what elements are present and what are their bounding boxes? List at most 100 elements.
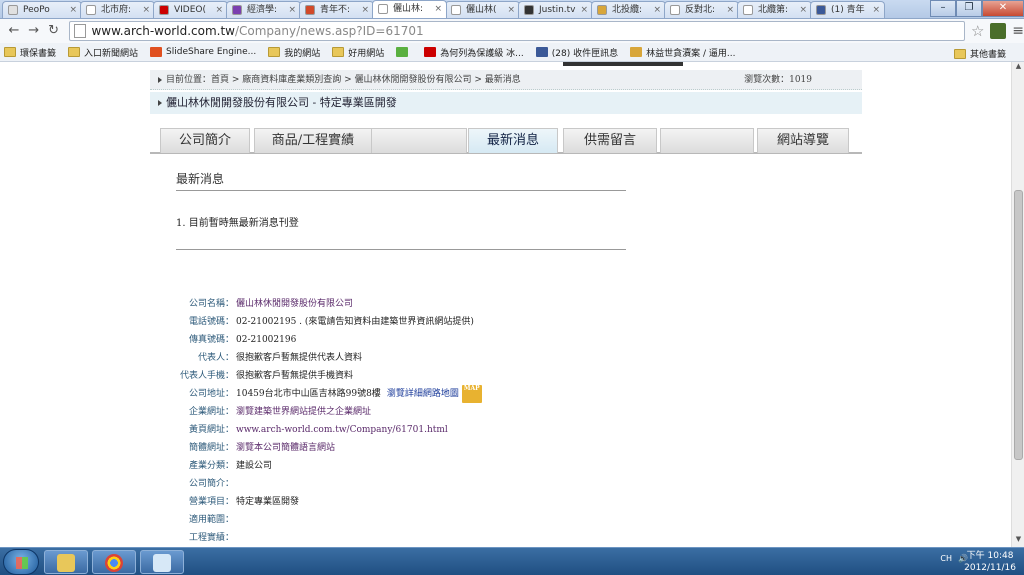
- info-row: 適用範圍：: [150, 511, 650, 529]
- close-tab-icon[interactable]: ×: [69, 2, 77, 18]
- browser-tab[interactable]: 青年不: ×: [299, 1, 374, 18]
- bookmark-item[interactable]: 林益世貪瀆案 / 逼用...: [630, 46, 735, 59]
- bookmark-label: 環保書籤: [20, 48, 57, 59]
- back-arrow-icon[interactable]: ←: [4, 21, 24, 41]
- info-value: [234, 529, 236, 547]
- browser-tab[interactable]: VIDEO(×: [153, 1, 228, 18]
- favicon-icon: [8, 5, 18, 15]
- folder-icon: [268, 47, 281, 57]
- browser-tab-label: 北投纜:: [612, 5, 643, 15]
- bookmark-item[interactable]: [396, 47, 412, 57]
- favicon-icon: [451, 5, 461, 15]
- nav-tab[interactable]: 供需留言: [563, 128, 657, 153]
- clock[interactable]: 下午 10:48 2012/11/16: [964, 550, 1016, 574]
- bookmark-item[interactable]: SlideShare Engine...: [150, 47, 256, 57]
- extension-icon[interactable]: [990, 23, 1007, 39]
- bookmark-star-icon[interactable]: ☆: [971, 22, 984, 40]
- info-label: 工程實績：: [188, 533, 234, 543]
- url-path: /Company/news.asp?ID=61701: [234, 24, 424, 38]
- browser-tab[interactable]: 反對北: ×: [664, 1, 739, 18]
- address-bar[interactable]: www.arch-world.com.tw/Company/news.asp?I…: [69, 21, 965, 41]
- info-row: 產業分類： 建設公司: [150, 457, 650, 475]
- info-value[interactable]: 儷山林休閒開發股份有限公司: [234, 295, 353, 313]
- paint-taskbar-button[interactable]: [140, 550, 184, 574]
- close-tab-icon[interactable]: ×: [653, 2, 661, 18]
- bookmark-item[interactable]: 我的網站: [268, 46, 320, 59]
- close-window-button[interactable]: ✕: [982, 0, 1024, 17]
- map-link[interactable]: 瀏覽詳細網路地圖: [381, 385, 459, 403]
- scrollbar-thumb[interactable]: [1014, 190, 1023, 460]
- scrollbar[interactable]: ▲ ▼: [1011, 62, 1024, 547]
- maximize-button[interactable]: ❐: [956, 0, 982, 17]
- info-value: 建設公司: [236, 461, 273, 471]
- close-tab-icon[interactable]: ×: [434, 1, 442, 17]
- nav-tab[interactable]: 公司簡介: [160, 128, 250, 153]
- info-row: 簡體網址： 瀏覽本公司簡體語言網站: [150, 439, 650, 457]
- other-bookmarks[interactable]: 其他書籤: [953, 47, 1006, 60]
- bookmark-label: 為何列為保護級 冰...: [440, 48, 524, 59]
- info-value[interactable]: 瀏覽建築世界網站提供之企業網址: [234, 403, 371, 421]
- info-value[interactable]: www.arch-world.com.tw/Company/61701.html: [234, 421, 448, 439]
- start-button[interactable]: [3, 549, 39, 575]
- info-label: 簡體網址：: [188, 443, 234, 453]
- menu-icon[interactable]: ≡: [1012, 23, 1024, 39]
- map-badge-icon[interactable]: MAP: [461, 385, 482, 403]
- forward-arrow-icon[interactable]: →: [24, 21, 44, 41]
- info-label: 適用範圍：: [188, 515, 234, 525]
- reload-icon[interactable]: ↻: [44, 21, 64, 41]
- scroll-up-icon[interactable]: ▲: [1012, 62, 1024, 74]
- info-label: 營業項目：: [188, 497, 234, 507]
- info-value: 02-21002195 . (來電請告知資料由建築世界資訊網站提供): [236, 317, 474, 327]
- favicon-icon: [524, 5, 534, 15]
- browser-tab[interactable]: 北纜第: ×: [737, 1, 812, 18]
- nav-tab[interactable]: 網站導覽: [757, 128, 849, 153]
- info-value[interactable]: 瀏覽本公司簡體語言網站: [234, 439, 335, 457]
- browser-tab-label: 經濟學:: [247, 5, 278, 15]
- bookmark-item[interactable]: (28) 收件匣訊息: [535, 46, 618, 59]
- language-indicator[interactable]: CH: [940, 554, 952, 563]
- nav-tab[interactable]: 商品/工程實績: [254, 128, 372, 153]
- close-tab-icon[interactable]: ×: [872, 2, 880, 18]
- info-row: 電話號碼： 02-21002195 . (來電請告知資料由建築世界資訊網站提供): [150, 313, 650, 331]
- explorer-taskbar-button[interactable]: [44, 550, 88, 574]
- toolbar: ← → ↻ www.arch-world.com.tw/Company/news…: [0, 19, 1024, 43]
- close-tab-icon[interactable]: ×: [507, 2, 515, 18]
- close-tab-icon[interactable]: ×: [361, 2, 369, 18]
- browser-tab-label: (1) 青年: [831, 5, 865, 15]
- minimize-button[interactable]: –: [930, 0, 956, 17]
- bookmark-item[interactable]: 為何列為保護級 冰...: [424, 46, 524, 59]
- close-tab-icon[interactable]: ×: [288, 2, 296, 18]
- bookmark-item[interactable]: 入口新聞網站: [68, 46, 138, 59]
- close-tab-icon[interactable]: ×: [580, 2, 588, 18]
- favicon-icon: [597, 5, 607, 15]
- favicon-icon: [378, 4, 388, 14]
- breadcrumb-text: 目前位置：首頁 > 廠商資料庫產業類別查詢 > 儷山林休閒開發股份有限公司 > …: [166, 75, 521, 85]
- url-host: www.arch-world.com.tw: [91, 24, 235, 38]
- browser-tab[interactable]: 儷山林(×: [445, 1, 520, 18]
- browser-tab-label: 反對北:: [685, 5, 716, 15]
- browser-tab[interactable]: 北投纜: ×: [591, 1, 666, 18]
- close-tab-icon[interactable]: ×: [142, 2, 150, 18]
- close-tab-icon[interactable]: ×: [799, 2, 807, 18]
- info-label: 公司地址：: [188, 389, 234, 399]
- browser-tab[interactable]: 儷山林: ×: [372, 0, 447, 18]
- chrome-taskbar-button[interactable]: [92, 550, 136, 574]
- bookmark-item[interactable]: 好用網站: [332, 46, 384, 59]
- close-tab-icon[interactable]: ×: [726, 2, 734, 18]
- browser-tab[interactable]: Justin.tv ×: [518, 1, 593, 18]
- nav-tab[interactable]: 最新消息: [468, 128, 558, 153]
- info-value: 10459台北市中山區吉林路99號8樓: [236, 389, 381, 399]
- info-label: 企業網址：: [188, 407, 234, 417]
- folder-icon: [4, 47, 16, 57]
- browser-tab[interactable]: 經濟學: ×: [226, 1, 301, 18]
- browser-tab-label: 北纜第:: [758, 5, 789, 15]
- browser-tab[interactable]: PeoPo ×: [2, 1, 82, 18]
- close-tab-icon[interactable]: ×: [215, 2, 223, 18]
- browser-tab-label: PeoPo: [23, 5, 50, 15]
- bookmark-item[interactable]: 環保書籤: [4, 46, 56, 59]
- browser-tab[interactable]: (1) 青年 ×: [810, 1, 885, 18]
- scroll-down-icon[interactable]: ▼: [1012, 535, 1024, 547]
- favicon-icon: [305, 5, 315, 15]
- section-title: 最新消息: [176, 172, 225, 186]
- browser-tab[interactable]: 北市府: ×: [80, 1, 155, 18]
